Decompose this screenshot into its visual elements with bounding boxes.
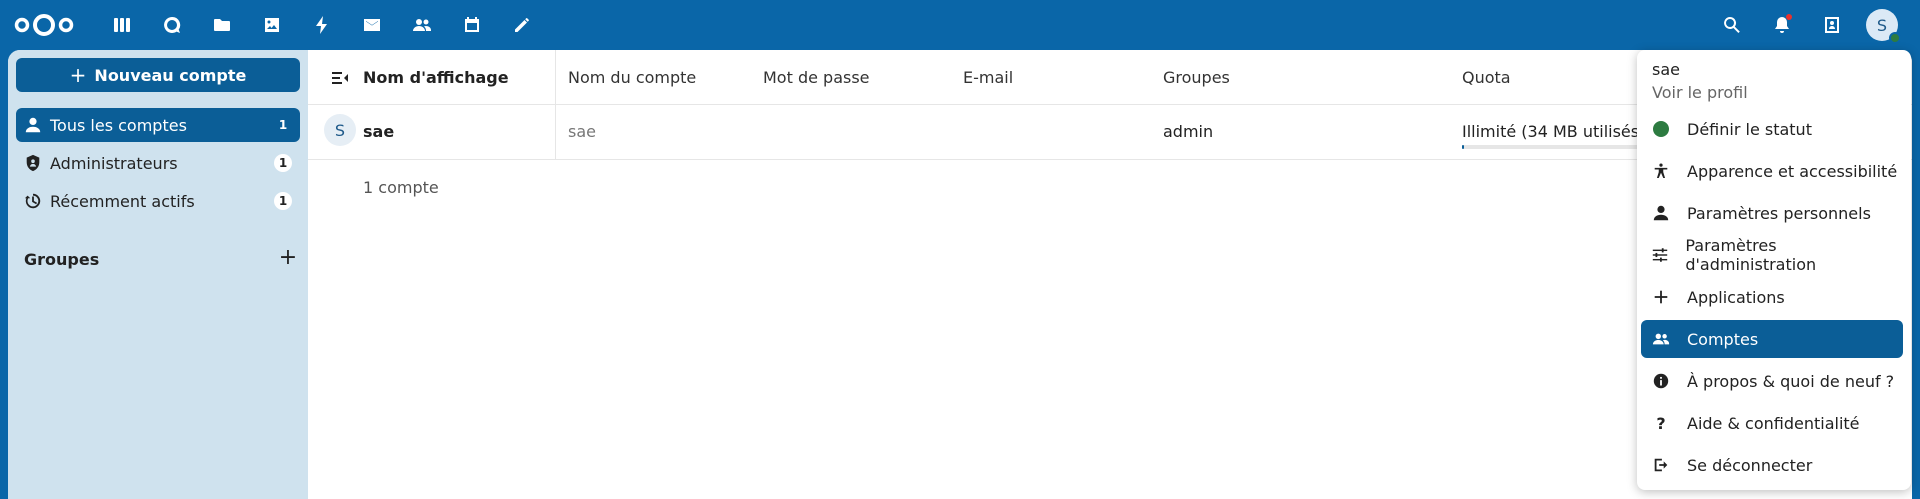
calendar-icon[interactable] bbox=[460, 13, 484, 37]
column-groups: Groupes bbox=[1163, 68, 1230, 87]
menu-item-label: Paramètres d'administration bbox=[1685, 236, 1817, 274]
menu-item-label: Applications bbox=[1687, 287, 1785, 307]
menu-item-label: Se déconnecter bbox=[1687, 455, 1813, 475]
view-profile-link[interactable]: Voir le profil bbox=[1652, 83, 1748, 102]
notifications-icon[interactable] bbox=[1770, 13, 1794, 37]
logout-icon bbox=[1641, 446, 1681, 484]
history-icon bbox=[24, 193, 41, 209]
photos-icon[interactable] bbox=[260, 13, 284, 37]
column-display-name[interactable]: Nom d'affichage bbox=[363, 68, 509, 87]
nav-label: Récemment actifs bbox=[50, 191, 195, 211]
app-navigation: + Nouveau compte Tous les comptes 1 Admi… bbox=[8, 50, 308, 499]
mail-icon[interactable] bbox=[360, 13, 384, 37]
nav-recently-active[interactable]: Récemment actifs 1 bbox=[16, 184, 300, 218]
talk-icon[interactable] bbox=[160, 13, 184, 37]
nav-all-accounts[interactable]: Tous les comptes 1 bbox=[16, 108, 300, 142]
new-account-button[interactable]: + Nouveau compte bbox=[16, 58, 300, 92]
nextcloud-logo[interactable] bbox=[12, 11, 76, 39]
column-divider bbox=[555, 50, 556, 159]
nav-count: 1 bbox=[274, 192, 292, 210]
notes-icon[interactable] bbox=[510, 13, 534, 37]
menu-help[interactable]: ? Aide & confidentialité bbox=[1641, 404, 1903, 442]
menu-admin-settings[interactable]: Paramètres d'administration bbox=[1641, 236, 1903, 274]
menu-set-status[interactable]: Définir le statut bbox=[1641, 110, 1903, 148]
menu-applications[interactable]: Applications bbox=[1641, 278, 1903, 316]
nav-count: 1 bbox=[278, 118, 288, 132]
menu-about[interactable]: À propos & quoi de neuf ? bbox=[1641, 362, 1903, 400]
info-icon bbox=[1641, 362, 1681, 400]
row-account-name: sae bbox=[568, 122, 596, 141]
accessibility-icon bbox=[1641, 152, 1681, 190]
nav-label: Administrateurs bbox=[50, 153, 178, 173]
shield-icon bbox=[26, 154, 40, 172]
menu-item-label: Aide & confidentialité bbox=[1687, 413, 1860, 433]
account-count: 1 compte bbox=[363, 178, 439, 197]
files-icon[interactable] bbox=[210, 13, 234, 37]
collapse-sidebar-icon[interactable] bbox=[330, 68, 350, 88]
sliders-icon bbox=[1641, 236, 1679, 274]
add-group-button[interactable]: + bbox=[278, 247, 298, 269]
search-icon[interactable] bbox=[1720, 13, 1744, 37]
row-quota: Illimité (34 MB utilisés) bbox=[1462, 122, 1646, 141]
column-email: E-mail bbox=[963, 68, 1014, 87]
contacts-menu-icon[interactable] bbox=[1820, 13, 1844, 37]
help-icon: ? bbox=[1656, 413, 1666, 433]
dashboard-icon[interactable] bbox=[110, 13, 134, 37]
avatar: S bbox=[324, 114, 356, 146]
menu-accounts[interactable]: Comptes bbox=[1641, 320, 1903, 358]
row-display-name: sae bbox=[363, 122, 395, 141]
status-icon bbox=[1653, 121, 1669, 137]
menu-item-label: À propos & quoi de neuf ? bbox=[1687, 371, 1895, 391]
user-status-indicator bbox=[1889, 32, 1901, 44]
nav-count: 1 bbox=[274, 154, 292, 172]
nav-administrators[interactable]: Administrateurs 1 bbox=[16, 146, 300, 180]
menu-item-label: Apparence et accessibilité bbox=[1687, 161, 1898, 181]
activity-icon[interactable] bbox=[310, 13, 334, 37]
column-quota: Quota bbox=[1462, 68, 1511, 87]
column-password: Mot de passe bbox=[763, 68, 870, 87]
top-header: S bbox=[0, 0, 1920, 50]
quota-progress-bar bbox=[1462, 145, 1642, 149]
menu-user-name[interactable]: sae bbox=[1652, 60, 1680, 79]
user-menu: sae Voir le profil Définir le statut App… bbox=[1637, 50, 1911, 490]
menu-personal-settings[interactable]: Paramètres personnels bbox=[1641, 194, 1903, 232]
plus-icon bbox=[1641, 278, 1681, 316]
new-account-label: Nouveau compte bbox=[94, 65, 247, 85]
nav-label: Tous les comptes bbox=[50, 115, 187, 135]
column-account-name[interactable]: Nom du compte bbox=[568, 68, 696, 87]
content-area: + Nouveau compte Tous les comptes 1 Admi… bbox=[8, 50, 1912, 499]
menu-item-label: Paramètres personnels bbox=[1687, 203, 1871, 223]
menu-item-label: Comptes bbox=[1687, 329, 1759, 349]
person-icon bbox=[25, 117, 41, 133]
menu-item-label: Définir le statut bbox=[1687, 119, 1812, 139]
menu-logout[interactable]: Se déconnecter bbox=[1641, 446, 1903, 484]
plus-icon: + bbox=[69, 63, 87, 87]
accounts-icon bbox=[1641, 320, 1681, 358]
menu-appearance[interactable]: Apparence et accessibilité bbox=[1641, 152, 1903, 190]
contacts-icon[interactable] bbox=[410, 13, 434, 37]
row-groups: admin bbox=[1163, 122, 1214, 141]
person-icon bbox=[1641, 194, 1681, 232]
notification-dot bbox=[1786, 14, 1792, 20]
groups-heading: Groupes bbox=[24, 250, 100, 269]
